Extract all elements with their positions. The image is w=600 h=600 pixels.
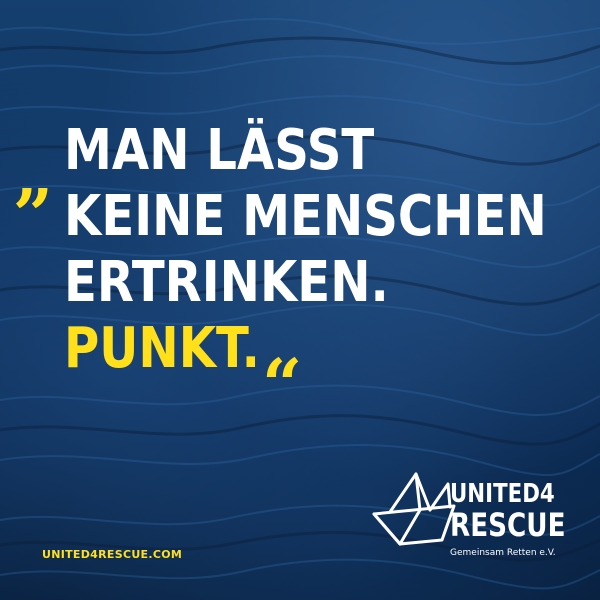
website-link[interactable]: UNITED4RESCUE.COM: [42, 548, 182, 561]
logo-wordmark-rescue: RESCUE: [450, 506, 566, 544]
logo-wordmark-united: UNITED4: [450, 480, 555, 508]
quote-line-1: MAN LÄSST: [64, 118, 375, 183]
quote-line-2: KEINE MENSCHEN: [64, 184, 547, 249]
quote-text: MAN LÄSST KEINE MENSCHEN ERTRINKEN. PUNK…: [64, 118, 584, 382]
quote-line-3: ERTRINKEN.: [64, 250, 389, 315]
paper-boat-icon: [372, 472, 456, 546]
united4rescue-logo: UNITED4 RESCUE Gemeinsam Retten e.V.: [370, 470, 570, 570]
poster: „ MAN LÄSST KEINE MENSCHEN ERTRINKEN. PU…: [0, 0, 600, 600]
logo-tagline: Gemeinsam Retten e.V.: [450, 548, 556, 558]
closing-quote-mark: “: [262, 343, 303, 426]
logo-number: 4: [539, 479, 555, 509]
logo-united-text: UNITED: [450, 479, 540, 509]
opening-quote-mark: „: [14, 133, 55, 216]
